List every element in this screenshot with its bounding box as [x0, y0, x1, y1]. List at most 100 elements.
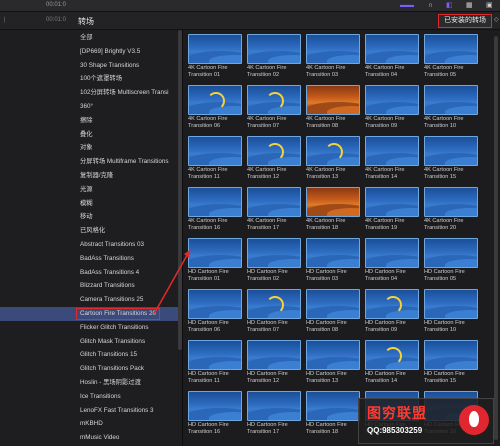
transition-thumbnail[interactable] — [365, 34, 419, 64]
transition-thumbnail[interactable] — [306, 289, 360, 319]
transition-thumbnail[interactable] — [424, 340, 478, 370]
sidebar-item[interactable]: 360° — [0, 100, 178, 114]
sidebar-item[interactable]: Ice Transitions — [0, 390, 178, 404]
transition-tile[interactable]: 4K Cartoon Fire Transition 08 — [306, 85, 362, 130]
transition-thumbnail[interactable] — [365, 187, 419, 217]
transition-tile[interactable]: 4K Cartoon Fire Transition 04 — [365, 34, 421, 79]
sidebar-item[interactable]: 模糊 — [0, 197, 178, 211]
sidebar-item[interactable]: 102分屏转场 Multiscreen Transi — [0, 86, 178, 100]
transition-thumbnail[interactable] — [365, 238, 419, 268]
transition-thumbnail[interactable] — [188, 136, 242, 166]
transition-thumbnail[interactable] — [188, 340, 242, 370]
transition-thumbnail[interactable] — [247, 34, 301, 64]
transition-thumbnail[interactable] — [306, 238, 360, 268]
transition-thumbnail[interactable] — [188, 34, 242, 64]
transition-tile[interactable]: 4K Cartoon Fire Transition 15 — [424, 136, 480, 181]
share-icon[interactable]: ▣ — [486, 2, 493, 10]
sidebar-item[interactable]: 已风格化 — [0, 224, 178, 238]
transition-thumbnail[interactable] — [365, 340, 419, 370]
transition-tile[interactable]: 4K Cartoon Fire Transition 20 — [424, 187, 480, 232]
transition-tile[interactable]: 4K Cartoon Fire Transition 14 — [365, 136, 421, 181]
sidebar-item[interactable]: 分屏转场 Multiframe Transitions — [0, 155, 178, 169]
transition-tile[interactable]: 4K Cartoon Fire Transition 01 — [188, 34, 244, 79]
transition-thumbnail[interactable] — [247, 136, 301, 166]
transition-thumbnail[interactable] — [424, 238, 478, 268]
chevron-down-icon[interactable]: ◇ — [494, 16, 499, 23]
transition-tile[interactable]: 4K Cartoon Fire Transition 13 — [306, 136, 362, 181]
sidebar-item[interactable]: Glitch Mask Transitions — [0, 335, 178, 349]
sidebar-item[interactable]: Glitch Transitions 15 — [0, 348, 178, 362]
transition-tile[interactable]: 4K Cartoon Fire Transition 07 — [247, 85, 303, 130]
transition-thumbnail[interactable] — [247, 289, 301, 319]
transition-tile[interactable]: HD Cartoon Fire Transition 03 — [306, 238, 362, 283]
transition-tile[interactable]: HD Cartoon Fire Transition 15 — [424, 340, 480, 385]
grid-icon[interactable]: ▦ — [466, 2, 473, 10]
transition-tile[interactable]: HD Cartoon Fire Transition 11 — [188, 340, 244, 385]
transition-thumbnail[interactable] — [365, 136, 419, 166]
transition-thumbnail[interactable] — [424, 289, 478, 319]
waveform-icon[interactable]: ▬▬ — [400, 2, 414, 10]
transition-tile[interactable]: HD Cartoon Fire Transition 09 — [365, 289, 421, 334]
transition-tile[interactable]: HD Cartoon Fire Transition 16 — [188, 391, 244, 436]
transition-tile[interactable]: HD Cartoon Fire Transition 17 — [247, 391, 303, 436]
sidebar-item[interactable]: 100个遮罩转场 — [0, 72, 178, 86]
transition-tile[interactable]: HD Cartoon Fire Transition 05 — [424, 238, 480, 283]
transition-thumbnail[interactable] — [247, 391, 301, 421]
transition-tile[interactable]: 4K Cartoon Fire Transition 03 — [306, 34, 362, 79]
transition-thumbnail[interactable] — [306, 85, 360, 115]
transition-tile[interactable]: 4K Cartoon Fire Transition 05 — [424, 34, 480, 79]
transition-tile[interactable]: 4K Cartoon Fire Transition 17 — [247, 187, 303, 232]
transition-tile[interactable]: HD Cartoon Fire Transition 14 — [365, 340, 421, 385]
sidebar-item[interactable]: mKBHD — [0, 417, 178, 431]
transition-tile[interactable]: 4K Cartoon Fire Transition 10 — [424, 85, 480, 130]
transition-thumbnail[interactable] — [306, 391, 360, 421]
transition-thumbnail[interactable] — [247, 187, 301, 217]
transition-thumbnail[interactable] — [365, 289, 419, 319]
sidebar-item[interactable]: 叠化 — [0, 128, 178, 142]
transition-tile[interactable]: 4K Cartoon Fire Transition 18 — [306, 187, 362, 232]
sidebar-item[interactable]: 光源 — [0, 183, 178, 197]
transition-tile[interactable]: 4K Cartoon Fire Transition 12 — [247, 136, 303, 181]
transition-tile[interactable]: HD Cartoon Fire Transition 02 — [247, 238, 303, 283]
transition-thumbnail[interactable] — [306, 187, 360, 217]
transition-thumbnail[interactable] — [188, 187, 242, 217]
sidebar-item[interactable]: mMusic Video — [0, 431, 178, 445]
transition-tile[interactable]: 4K Cartoon Fire Transition 16 — [188, 187, 244, 232]
transition-tile[interactable]: 4K Cartoon Fire Transition 02 — [247, 34, 303, 79]
transition-thumbnail[interactable] — [188, 391, 242, 421]
transition-thumbnail[interactable] — [188, 85, 242, 115]
sidebar-item[interactable]: Flicker Glitch Transitions — [0, 321, 178, 335]
sidebar-item[interactable]: [DP669] Brightly V3.5 — [0, 45, 178, 59]
transition-tile[interactable]: HD Cartoon Fire Transition 08 — [306, 289, 362, 334]
installed-transitions-button[interactable]: 已安装的转场 — [438, 14, 492, 28]
transition-thumbnail[interactable] — [247, 238, 301, 268]
transition-thumbnail[interactable] — [424, 34, 478, 64]
transition-tile[interactable]: 4K Cartoon Fire Transition 19 — [365, 187, 421, 232]
transition-thumbnail[interactable] — [306, 136, 360, 166]
transition-thumbnail[interactable] — [424, 85, 478, 115]
sidebar-item[interactable]: 移动 — [0, 210, 178, 224]
sidebar-item[interactable]: 擦除 — [0, 114, 178, 128]
transition-tile[interactable]: HD Cartoon Fire Transition 18 — [306, 391, 362, 436]
transition-tile[interactable]: 4K Cartoon Fire Transition 06 — [188, 85, 244, 130]
transition-thumbnail[interactable] — [247, 85, 301, 115]
transition-tile[interactable]: HD Cartoon Fire Transition 10 — [424, 289, 480, 334]
transition-tile[interactable]: 4K Cartoon Fire Transition 09 — [365, 85, 421, 130]
sidebar-item[interactable]: LenoFX Fast Transitions 3 — [0, 404, 178, 418]
transition-thumbnail[interactable] — [247, 340, 301, 370]
sidebar-item[interactable]: 30 Shape Transitions — [0, 59, 178, 73]
grid-scrollbar[interactable] — [494, 36, 498, 440]
headphones-icon[interactable]: ∩ — [428, 2, 433, 10]
sidebar-item[interactable]: 全部 — [0, 31, 178, 45]
transition-thumbnail[interactable] — [424, 136, 478, 166]
transition-tile[interactable]: HD Cartoon Fire Transition 12 — [247, 340, 303, 385]
sidebar-item[interactable]: Glitch Transitions Pack — [0, 362, 178, 376]
transition-tile[interactable]: 4K Cartoon Fire Transition 11 — [188, 136, 244, 181]
sidebar-item[interactable]: 复制器/克隆 — [0, 169, 178, 183]
transition-thumbnail[interactable] — [306, 340, 360, 370]
transition-thumbnail[interactable] — [365, 85, 419, 115]
transition-tile[interactable]: HD Cartoon Fire Transition 13 — [306, 340, 362, 385]
transition-thumbnail[interactable] — [306, 34, 360, 64]
transition-tile[interactable]: HD Cartoon Fire Transition 07 — [247, 289, 303, 334]
transition-thumbnail[interactable] — [424, 187, 478, 217]
